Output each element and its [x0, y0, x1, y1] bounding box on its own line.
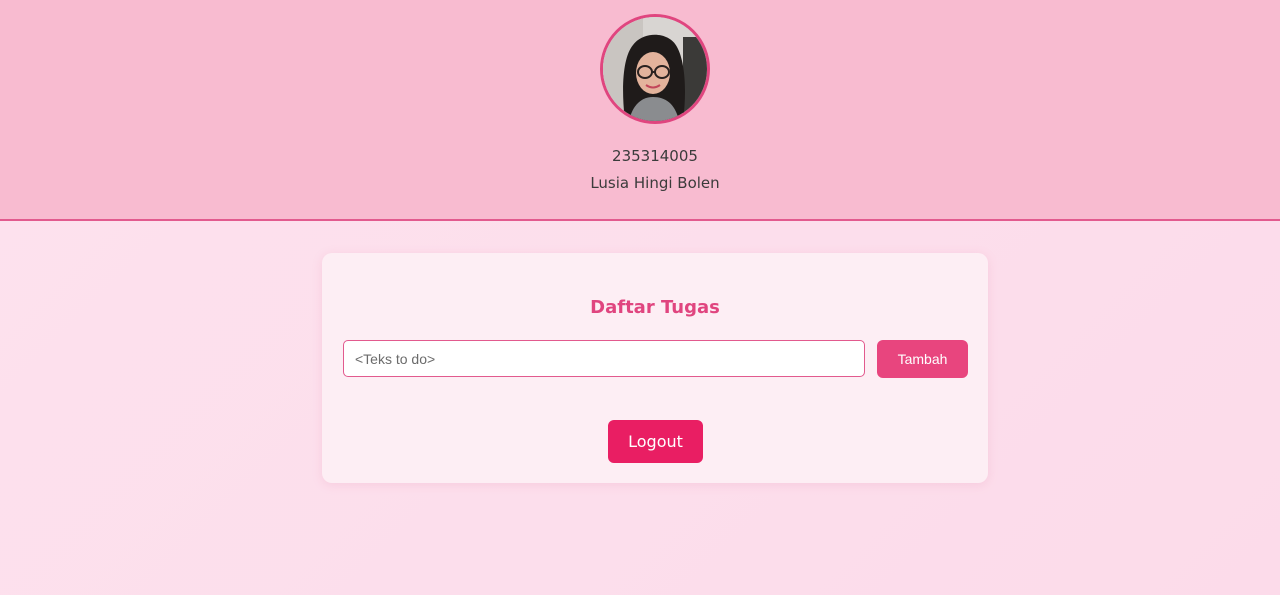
logout-button[interactable]: Logout	[608, 420, 703, 463]
todo-input[interactable]	[343, 340, 865, 377]
student-id: 235314005	[612, 147, 698, 165]
add-task-button[interactable]: Tambah	[877, 340, 968, 378]
todo-title: Daftar Tugas	[590, 297, 720, 318]
avatar-photo	[603, 17, 707, 121]
profile-header: 235314005 Lusia Hingi Bolen	[0, 0, 1280, 221]
todo-card: Daftar Tugas Tambah Logout	[322, 253, 988, 483]
student-name: Lusia Hingi Bolen	[590, 174, 720, 192]
avatar	[600, 14, 710, 124]
